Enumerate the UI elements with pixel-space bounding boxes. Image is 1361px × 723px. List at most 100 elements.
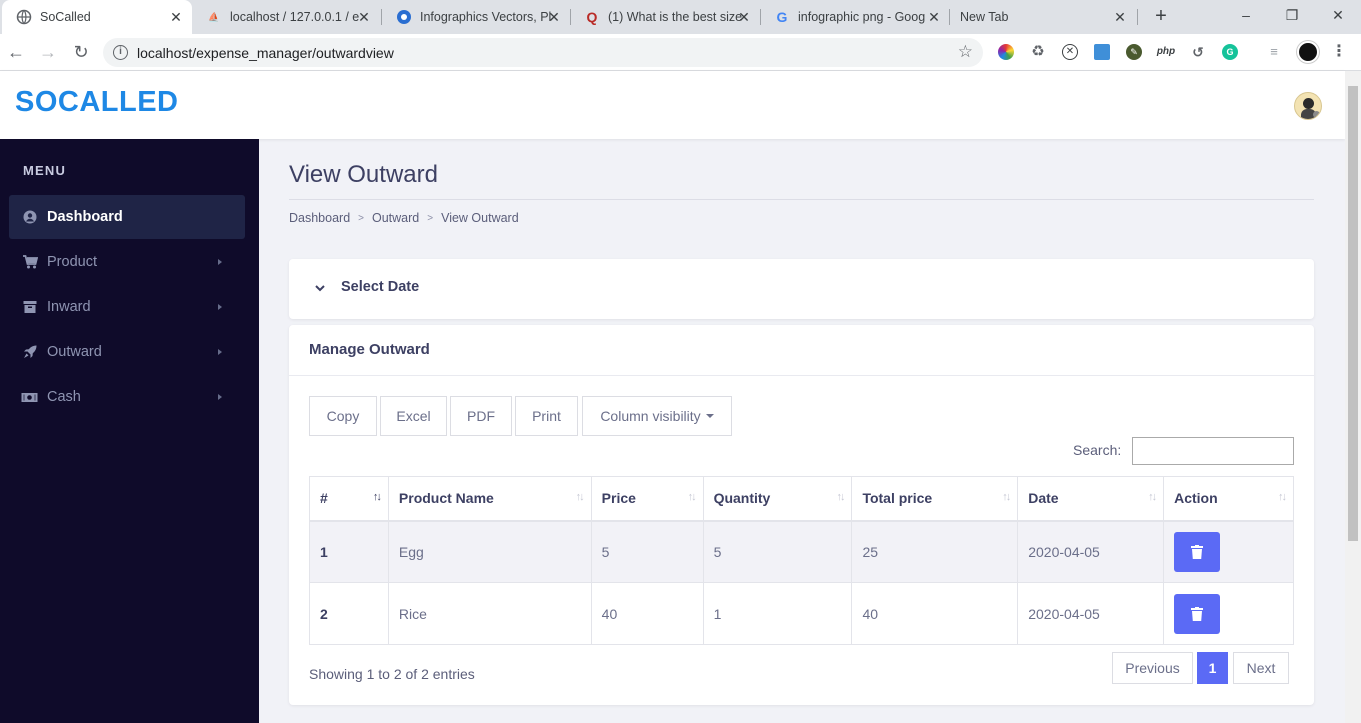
quantity-cell: 5 <box>702 520 853 583</box>
column-header-date[interactable]: Date ↑↓ <box>1017 476 1165 522</box>
pdf-button[interactable]: PDF <box>450 396 512 436</box>
sidebar-item-label: Dashboard <box>47 209 123 225</box>
sidebar-item-dashboard[interactable]: Dashboard <box>9 195 245 239</box>
history-extension-icon[interactable]: ↺ <box>1190 44 1206 60</box>
restore-icon[interactable]: ❐ <box>1269 0 1315 30</box>
address-bar[interactable]: i localhost/expense_manager/outwardview … <box>103 38 983 67</box>
product-name-cell: Rice <box>387 582 592 645</box>
sidebar-item-product[interactable]: Product <box>9 240 245 284</box>
browser-tab-new[interactable]: New Tab ✕ <box>946 0 1136 34</box>
close-icon[interactable]: ✕ <box>736 9 752 25</box>
sidebar-item-label: Product <box>47 254 97 270</box>
php-extension-icon[interactable]: php <box>1154 44 1178 60</box>
tab-separator <box>1137 9 1138 25</box>
brand-logo[interactable]: SOCALLED <box>15 86 179 119</box>
close-icon[interactable]: ✕ <box>356 9 372 25</box>
screenshot-extension-icon[interactable] <box>1094 44 1110 60</box>
back-arrow-icon[interactable]: ← <box>5 41 27 63</box>
user-avatar[interactable] <box>1294 92 1322 120</box>
close-icon[interactable]: ✕ <box>1112 9 1128 25</box>
browser-menu-icon[interactable]: ⋮ <box>1331 44 1347 60</box>
sidebar-item-cash[interactable]: Cash <box>9 375 245 419</box>
browser-tab-socalled[interactable]: SoCalled ✕ <box>2 0 192 34</box>
column-header-number[interactable]: # ↑↓ <box>309 476 389 522</box>
browser-tab-freepik[interactable]: Infographics Vectors, Pl ✕ <box>382 0 570 34</box>
delete-button[interactable] <box>1174 531 1221 572</box>
copy-button[interactable]: Copy <box>309 396 377 436</box>
page-title: View Outward <box>289 161 438 188</box>
action-cell <box>1163 582 1294 645</box>
chevron-right-icon <box>218 259 222 265</box>
row-number: 2 <box>309 582 389 645</box>
forward-arrow-icon[interactable]: → <box>37 41 59 63</box>
money-icon <box>21 390 38 404</box>
cart-icon <box>23 255 39 269</box>
column-header-price[interactable]: Price ↑↓ <box>590 476 704 522</box>
breadcrumb-outward[interactable]: Outward <box>372 211 419 225</box>
rocket-icon <box>23 345 37 359</box>
select-date-toggle[interactable]: Select Date <box>341 279 419 295</box>
grammarly-icon[interactable]: G <box>1222 44 1238 60</box>
sidebar-item-inward[interactable]: Inward <box>9 285 245 329</box>
google-icon: G <box>776 9 788 25</box>
info-icon[interactable]: i <box>113 45 128 60</box>
new-tab-button[interactable]: + <box>1150 5 1172 27</box>
pagination-previous[interactable]: Previous <box>1112 652 1193 684</box>
total-price-cell: 40 <box>851 582 1019 645</box>
reading-list-icon[interactable]: ≡ <box>1266 44 1282 60</box>
tab-title: SoCalled <box>40 10 91 24</box>
pagination-next[interactable]: Next <box>1233 652 1289 684</box>
card-title: Manage Outward <box>309 341 430 358</box>
search-input[interactable] <box>1132 437 1294 465</box>
close-icon[interactable]: ✕ <box>926 9 942 25</box>
chevron-right-icon <box>218 394 222 400</box>
column-header-quantity[interactable]: Quantity ↑↓ <box>702 476 853 522</box>
bookmark-star-icon[interactable]: ☆ <box>958 42 973 62</box>
url-text[interactable]: localhost/expense_manager/outwardview <box>137 45 394 61</box>
column-header-product-name[interactable]: Product Name ↑↓ <box>387 476 592 522</box>
column-header-total-price[interactable]: Total price ↑↓ <box>851 476 1019 522</box>
sort-icon: ↑↓ <box>836 491 845 503</box>
chevron-down-icon[interactable] <box>314 281 326 293</box>
reload-icon[interactable]: ↻ <box>70 41 92 63</box>
close-icon[interactable]: ✕ <box>546 9 562 25</box>
excel-button[interactable]: Excel <box>380 396 447 436</box>
delete-button[interactable] <box>1174 593 1221 634</box>
sidebar: MENU Dashboard Product Inward Outward Ca… <box>0 139 259 723</box>
trash-icon <box>1191 606 1204 621</box>
profile-avatar-icon[interactable] <box>1297 41 1319 63</box>
pagination-page-1[interactable]: 1 <box>1197 652 1228 684</box>
sort-icon: ↑↓ <box>575 491 585 503</box>
close-icon[interactable]: ✕ <box>168 9 184 25</box>
recycle-extension-icon[interactable]: ♻ <box>1030 44 1046 60</box>
print-button[interactable]: Print <box>515 396 578 436</box>
sidebar-item-label: Inward <box>47 299 91 315</box>
color-picker-extension-icon[interactable] <box>998 44 1014 60</box>
sidebar-item-outward[interactable]: Outward <box>9 330 245 374</box>
browser-tab-google[interactable]: G infographic png - Goog ✕ <box>760 0 950 34</box>
sidebar-item-label: Cash <box>47 389 81 405</box>
column-visibility-button[interactable]: Column visibility <box>582 396 732 436</box>
browser-tab-phpmyadmin[interactable]: ⛵ localhost / 127.0.0.1 / e ✕ <box>192 0 380 34</box>
phpmyadmin-icon: ⛵ <box>208 11 220 22</box>
minimize-icon[interactable]: – <box>1223 0 1269 30</box>
blocker-extension-icon[interactable]: ✕ <box>1062 44 1078 60</box>
scrollbar-thumb[interactable] <box>1348 86 1358 541</box>
tab-title: New Tab <box>960 10 1009 24</box>
table-row: 2 Rice 40 1 40 2020-04-05 <box>309 582 1294 645</box>
breadcrumb-dashboard[interactable]: Dashboard <box>289 211 350 225</box>
leaf-extension-icon[interactable]: ✎ <box>1126 44 1142 60</box>
chevron-right-icon: > <box>358 212 364 224</box>
page-scrollbar[interactable] <box>1345 71 1361 723</box>
table-header-row: # ↑↓ Product Name ↑↓ Price ↑↓ Quantity ↑↓ To… <box>309 476 1294 522</box>
window-close-icon[interactable]: ✕ <box>1315 0 1361 30</box>
action-cell <box>1163 520 1294 583</box>
column-visibility-label: Column visibility <box>600 408 701 424</box>
tab-title: Infographics Vectors, Pl <box>420 10 552 24</box>
column-header-action[interactable]: Action ↑↓ <box>1163 476 1294 522</box>
breadcrumb-current: View Outward <box>441 211 519 225</box>
select-date-card[interactable]: Select Date <box>289 259 1314 319</box>
tab-title: (1) What is the best size <box>608 10 743 24</box>
browser-tab-quora[interactable]: Q (1) What is the best size ✕ <box>570 0 760 34</box>
breadcrumb: Dashboard > Outward > View Outward <box>289 211 519 225</box>
